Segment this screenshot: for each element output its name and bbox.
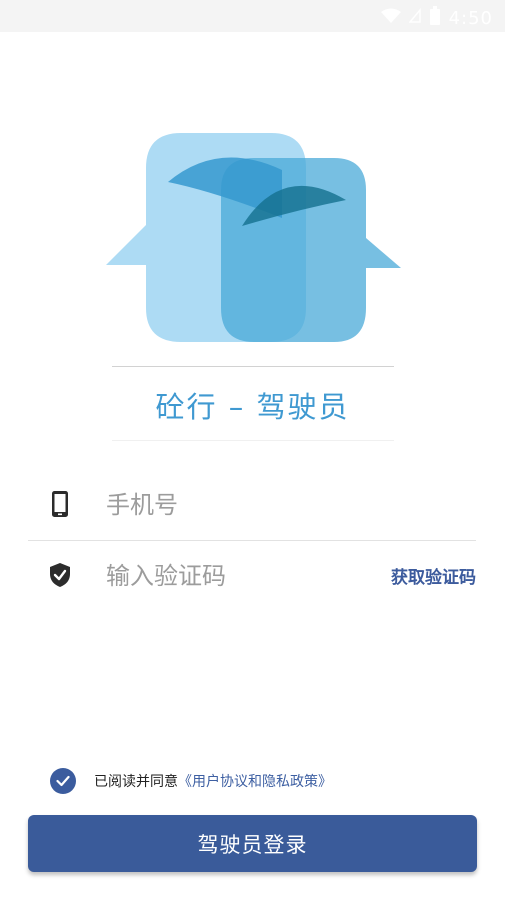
code-row: 获取验证码 <box>28 543 476 607</box>
phone-input[interactable] <box>104 482 358 528</box>
login-button[interactable]: 驾驶员登录 <box>28 815 477 872</box>
agreement-link[interactable]: 《用户协议和隐私政策》 <box>178 771 332 791</box>
agreement-row: 已阅读并同意 《用户协议和隐私政策》 <box>50 766 332 796</box>
agreement-text: 已阅读并同意 <box>94 774 178 790</box>
app-title: 砼行 – 驾驶员 <box>155 390 350 424</box>
shield-check-icon <box>48 561 72 589</box>
agreement-checkbox[interactable] <box>50 768 76 794</box>
phone-row <box>28 472 476 536</box>
app-logo <box>106 130 406 350</box>
get-code-button[interactable]: 获取验证码 <box>391 563 476 588</box>
divider <box>112 440 394 441</box>
check-icon <box>56 775 70 787</box>
no-signal-icon <box>407 7 421 28</box>
divider <box>28 540 476 541</box>
code-input[interactable] <box>104 553 358 599</box>
status-time: 4:50 <box>448 7 493 29</box>
phone-icon <box>48 490 72 518</box>
status-bar: 4:50 <box>0 0 505 32</box>
battery-icon <box>429 6 441 30</box>
divider <box>112 366 394 367</box>
wifi-icon <box>380 8 401 28</box>
